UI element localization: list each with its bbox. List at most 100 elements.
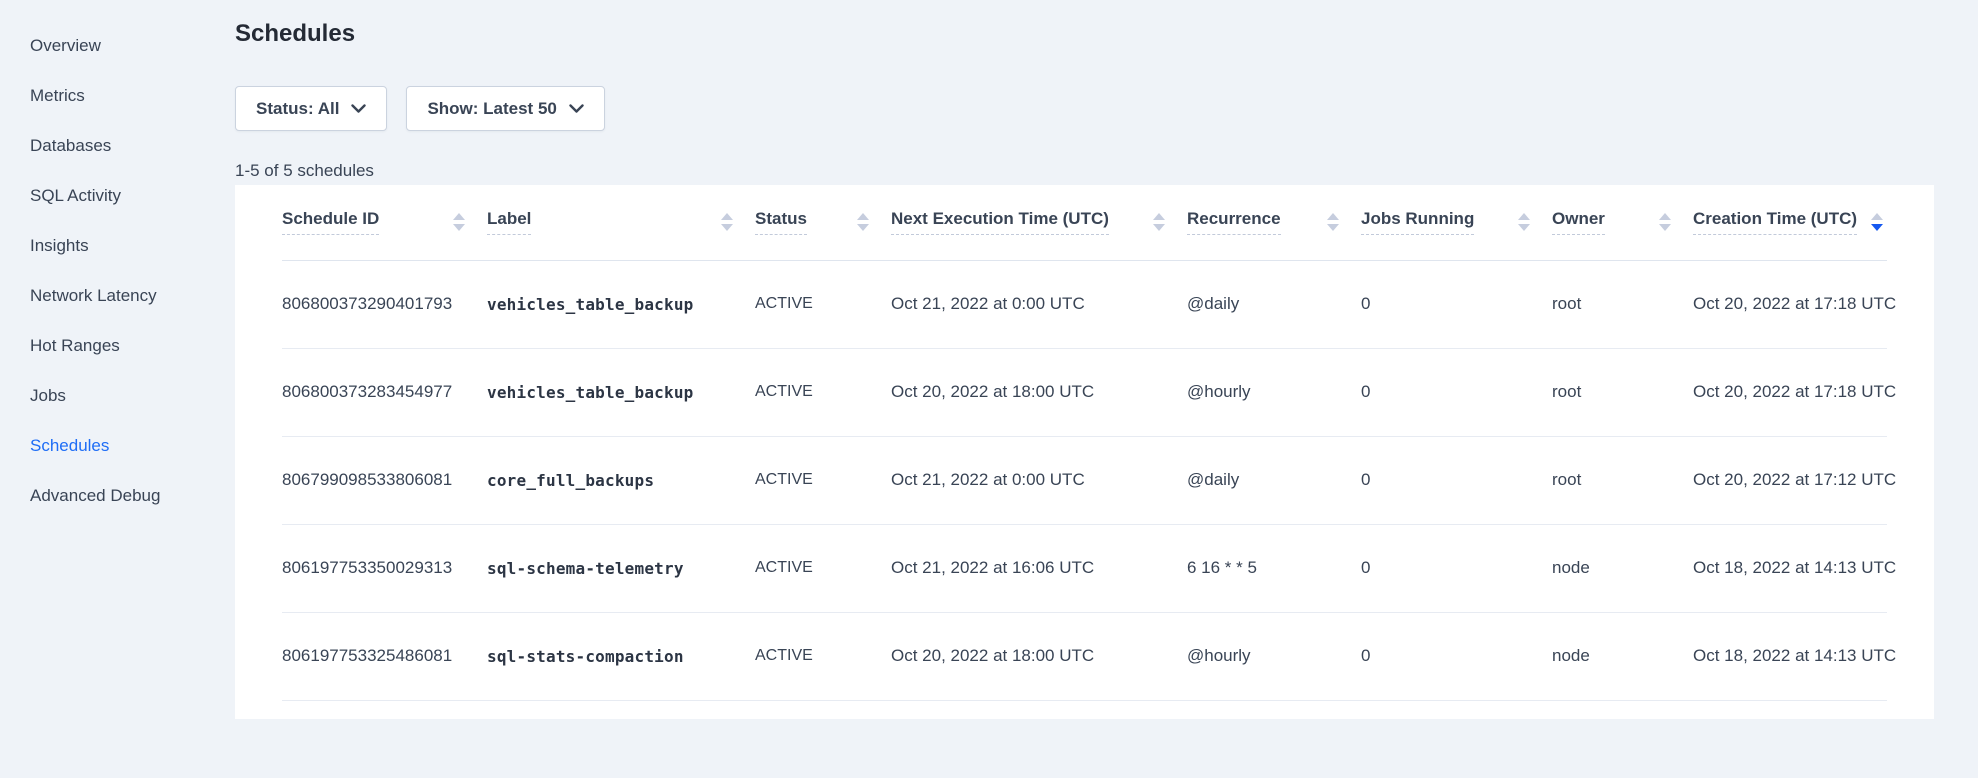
schedules-table-card: Schedule ID Label Status — [235, 185, 1934, 719]
cell-label: vehicles_table_backup — [487, 260, 755, 348]
sort-icon[interactable] — [857, 213, 869, 231]
table-row: 806800373290401793 vehicles_table_backup… — [282, 260, 1887, 348]
cell-schedule-id: 806799098533806081 — [282, 436, 487, 524]
column-label: Label — [487, 209, 531, 235]
column-label: Schedule ID — [282, 209, 379, 235]
sort-icon[interactable] — [1153, 213, 1165, 231]
sort-desc-icon — [857, 224, 869, 231]
cell-label: core_full_backups — [487, 436, 755, 524]
sidebar-item-metrics[interactable]: Metrics — [0, 71, 235, 121]
sort-icon[interactable] — [1327, 213, 1339, 231]
column-label: Owner — [1552, 209, 1605, 235]
sort-icon[interactable] — [1659, 213, 1671, 231]
cell-creation-time: Oct 18, 2022 at 14:13 UTC — [1693, 612, 1887, 700]
sidebar-item-hot-ranges[interactable]: Hot Ranges — [0, 321, 235, 371]
sort-desc-icon — [453, 224, 465, 231]
sort-asc-icon — [1871, 213, 1883, 220]
show-filter-dropdown[interactable]: Show: Latest 50 — [406, 86, 604, 131]
column-header-recurrence[interactable]: Recurrence — [1187, 185, 1361, 260]
cell-owner: node — [1552, 524, 1693, 612]
cell-next-execution: Oct 21, 2022 at 16:06 UTC — [891, 524, 1187, 612]
sort-asc-icon — [1659, 213, 1671, 220]
column-header-jobs-running[interactable]: Jobs Running — [1361, 185, 1552, 260]
column-header-creation-time[interactable]: Creation Time (UTC) — [1693, 185, 1887, 260]
status-filter-label: Status: All — [256, 99, 339, 119]
cell-status: ACTIVE — [755, 612, 891, 700]
column-header-owner[interactable]: Owner — [1552, 185, 1693, 260]
cell-status: ACTIVE — [755, 348, 891, 436]
cell-recurrence: @hourly — [1187, 348, 1361, 436]
sort-icon[interactable] — [1871, 213, 1883, 231]
sort-icon[interactable] — [721, 213, 733, 231]
column-header-label[interactable]: Label — [487, 185, 755, 260]
cell-recurrence: @hourly — [1187, 612, 1361, 700]
sort-asc-icon — [453, 213, 465, 220]
cell-owner: root — [1552, 348, 1693, 436]
cell-label: sql-schema-telemetry — [487, 524, 755, 612]
cell-schedule-id: 806800373283454977 — [282, 348, 487, 436]
cell-recurrence: 6 16 * * 5 — [1187, 524, 1361, 612]
show-filter-label: Show: Latest 50 — [427, 99, 556, 119]
sidebar-item-databases[interactable]: Databases — [0, 121, 235, 171]
cell-next-execution: Oct 21, 2022 at 0:00 UTC — [891, 436, 1187, 524]
sidebar-item-jobs[interactable]: Jobs — [0, 371, 235, 421]
cell-creation-time: Oct 20, 2022 at 17:12 UTC — [1693, 436, 1887, 524]
chevron-down-icon — [351, 104, 366, 114]
cell-creation-time: Oct 20, 2022 at 17:18 UTC — [1693, 348, 1887, 436]
sidebar-item-insights[interactable]: Insights — [0, 221, 235, 271]
table-row: 806197753325486081 sql-stats-compaction … — [282, 612, 1887, 700]
cell-schedule-id: 806197753325486081 — [282, 612, 487, 700]
sort-icon[interactable] — [1518, 213, 1530, 231]
status-filter-dropdown[interactable]: Status: All — [235, 86, 387, 131]
column-label: Creation Time (UTC) — [1693, 209, 1857, 235]
column-label: Status — [755, 209, 807, 235]
cell-label: sql-stats-compaction — [487, 612, 755, 700]
table-row: 806197753350029313 sql-schema-telemetry … — [282, 524, 1887, 612]
chevron-down-icon — [569, 104, 584, 114]
cell-recurrence: @daily — [1187, 260, 1361, 348]
cell-schedule-id: 806197753350029313 — [282, 524, 487, 612]
table-row: 806800373283454977 vehicles_table_backup… — [282, 348, 1887, 436]
cell-status: ACTIVE — [755, 524, 891, 612]
table-header-row: Schedule ID Label Status — [282, 185, 1887, 260]
results-count: 1-5 of 5 schedules — [235, 161, 1934, 181]
sidebar: Overview Metrics Databases SQL Activity … — [0, 0, 235, 778]
cell-label: vehicles_table_backup — [487, 348, 755, 436]
column-header-schedule-id[interactable]: Schedule ID — [282, 185, 487, 260]
cell-owner: root — [1552, 260, 1693, 348]
sort-desc-icon — [1153, 224, 1165, 231]
sidebar-item-network-latency[interactable]: Network Latency — [0, 271, 235, 321]
cell-owner: root — [1552, 436, 1693, 524]
column-label: Recurrence — [1187, 209, 1281, 235]
column-label: Jobs Running — [1361, 209, 1474, 235]
cell-owner: node — [1552, 612, 1693, 700]
cell-schedule-id: 806800373290401793 — [282, 260, 487, 348]
cell-status: ACTIVE — [755, 436, 891, 524]
cell-creation-time: Oct 18, 2022 at 14:13 UTC — [1693, 524, 1887, 612]
sidebar-item-schedules[interactable]: Schedules — [0, 421, 235, 471]
schedules-table: Schedule ID Label Status — [282, 185, 1887, 701]
sidebar-item-overview[interactable]: Overview — [0, 21, 235, 71]
column-header-status[interactable]: Status — [755, 185, 891, 260]
sidebar-item-advanced-debug[interactable]: Advanced Debug — [0, 471, 235, 521]
cell-jobs-running: 0 — [1361, 612, 1552, 700]
filter-bar: Status: All Show: Latest 50 — [235, 86, 1934, 131]
sort-asc-icon — [721, 213, 733, 220]
sort-desc-icon — [1659, 224, 1671, 231]
cell-creation-time: Oct 20, 2022 at 17:18 UTC — [1693, 260, 1887, 348]
main-content: Schedules Status: All Show: Latest 50 1-… — [235, 0, 1934, 719]
sort-desc-icon — [1518, 224, 1530, 231]
cell-jobs-running: 0 — [1361, 436, 1552, 524]
sort-asc-icon — [857, 213, 869, 220]
cell-jobs-running: 0 — [1361, 524, 1552, 612]
page-title: Schedules — [235, 20, 1934, 48]
cell-next-execution: Oct 20, 2022 at 18:00 UTC — [891, 348, 1187, 436]
cell-next-execution: Oct 20, 2022 at 18:00 UTC — [891, 612, 1187, 700]
sort-icon[interactable] — [453, 213, 465, 231]
sidebar-item-sql-activity[interactable]: SQL Activity — [0, 171, 235, 221]
cell-next-execution: Oct 21, 2022 at 0:00 UTC — [891, 260, 1187, 348]
cell-jobs-running: 0 — [1361, 348, 1552, 436]
sort-desc-icon — [721, 224, 733, 231]
column-header-next-execution-time[interactable]: Next Execution Time (UTC) — [891, 185, 1187, 260]
table-row: 806799098533806081 core_full_backups ACT… — [282, 436, 1887, 524]
